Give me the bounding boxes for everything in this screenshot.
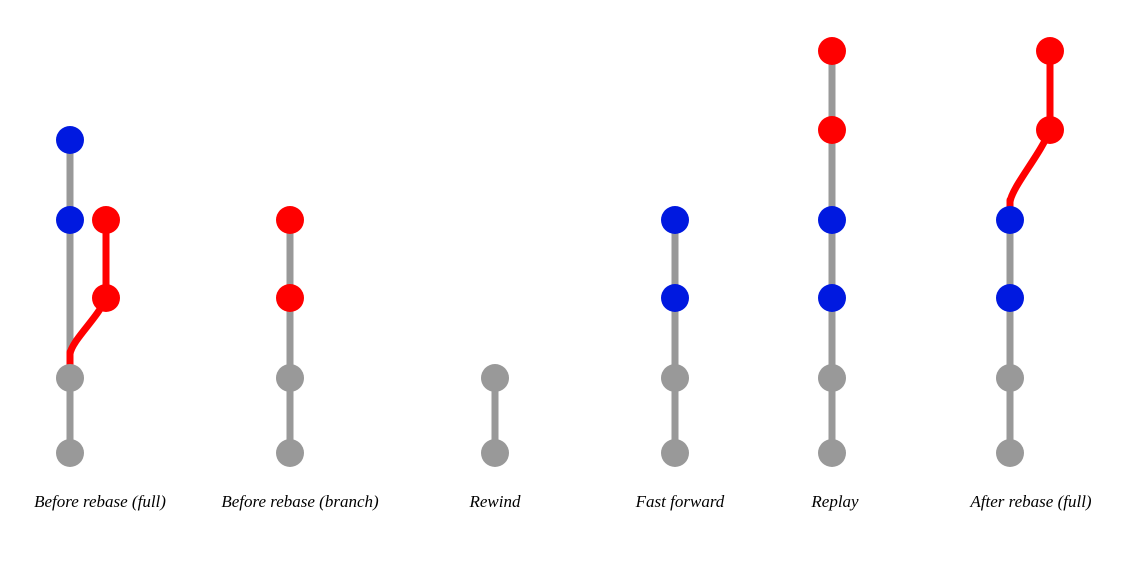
label-before-rebase-full: Before rebase (full): [20, 492, 180, 512]
label-before-rebase-branch: Before rebase (branch): [215, 492, 385, 512]
label-rewind: Rewind: [445, 492, 545, 512]
label-fast-forward: Fast forward: [620, 492, 740, 512]
label-after-rebase-full: After rebase (full): [956, 492, 1106, 512]
label-replay: Replay: [790, 492, 880, 512]
